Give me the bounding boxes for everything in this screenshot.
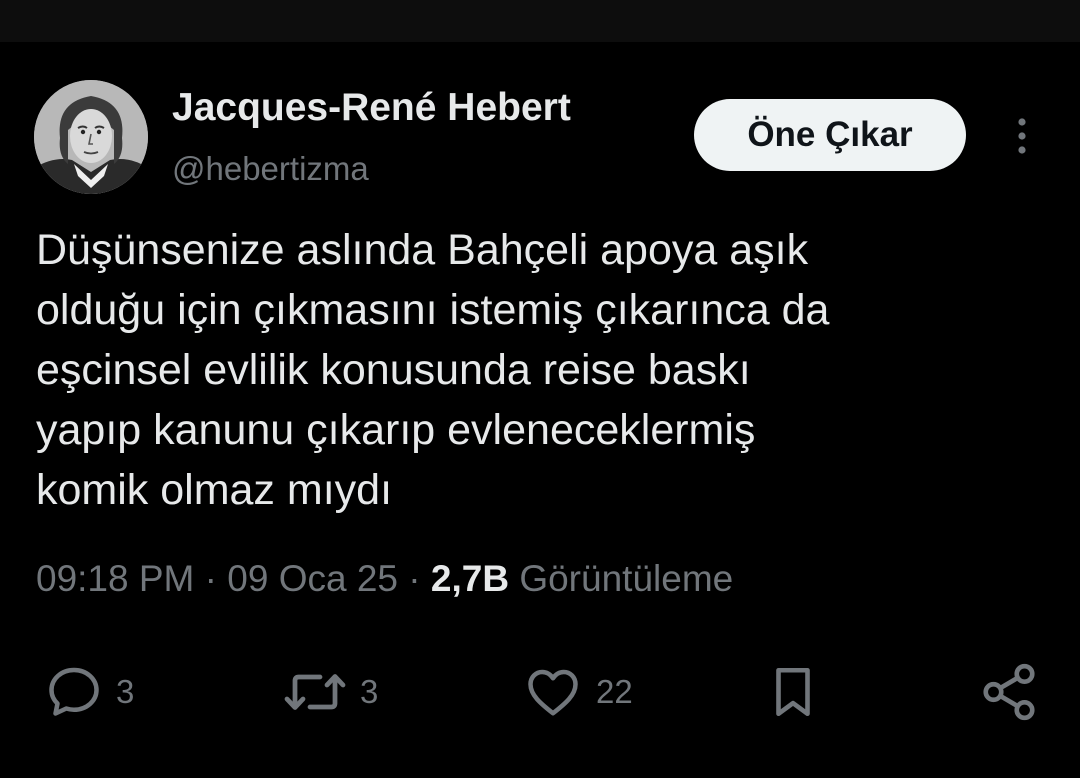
repost-count: 3 bbox=[360, 673, 379, 710]
tweet-date[interactable]: 09 Oca 25 bbox=[227, 558, 398, 599]
status-bar-area bbox=[0, 0, 1080, 42]
share-icon bbox=[983, 663, 1035, 721]
reply-icon bbox=[49, 667, 99, 716]
bookmark-icon bbox=[776, 667, 810, 717]
tweet-text: Düşünsenize aslında Bahçeli apoya aşık o… bbox=[36, 226, 830, 514]
heart-icon bbox=[528, 669, 578, 716]
meta-separator: · bbox=[194, 558, 228, 599]
tweet: Jacques-René Hebert @hebertizma Öne Çıka… bbox=[0, 42, 1080, 778]
views-count[interactable]: 2,7B bbox=[431, 558, 509, 599]
views-label[interactable]: Görüntüleme bbox=[509, 558, 733, 599]
avatar[interactable] bbox=[34, 80, 148, 194]
follow-button[interactable]: Öne Çıkar bbox=[694, 99, 966, 171]
more-options-icon[interactable] bbox=[1006, 116, 1038, 156]
tweet-time[interactable]: 09:18 PM bbox=[36, 558, 194, 599]
share-button[interactable] bbox=[978, 652, 1040, 732]
avatar-portrait-image bbox=[34, 80, 148, 194]
tweet-meta: 09:18 PM · 09 Oca 25 · 2,7B Görüntüleme bbox=[36, 558, 733, 600]
reply-button[interactable]: 3 bbox=[44, 652, 134, 732]
tweet-actions: 3 3 22 bbox=[0, 652, 1080, 732]
like-count: 22 bbox=[596, 673, 633, 710]
bookmark-button[interactable] bbox=[764, 652, 822, 732]
like-button[interactable]: 22 bbox=[522, 652, 633, 732]
author-name[interactable]: Jacques-René Hebert bbox=[172, 86, 571, 130]
reply-count: 3 bbox=[116, 673, 135, 710]
author-handle[interactable]: @hebertizma bbox=[172, 150, 369, 188]
repost-icon bbox=[284, 674, 346, 710]
repost-button[interactable]: 3 bbox=[282, 652, 378, 732]
meta-dot: · bbox=[398, 558, 431, 599]
